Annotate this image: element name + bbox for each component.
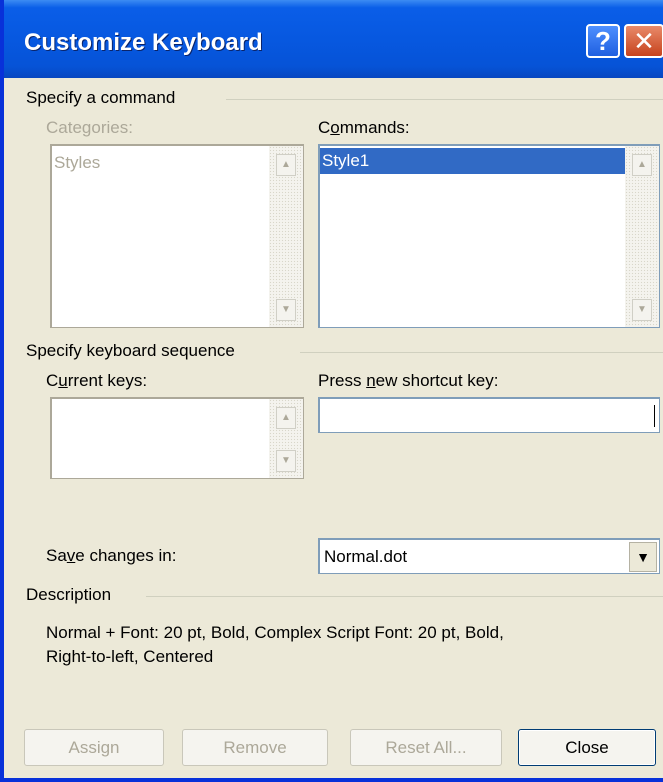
categories-label: Categories: xyxy=(46,118,133,137)
categories-scrollbar: ▲ ▼ xyxy=(269,146,303,327)
save-changes-value: Normal.dot xyxy=(324,547,408,566)
scroll-up-arrow-icon: ▲ xyxy=(276,407,296,429)
scroll-down-arrow-icon: ▼ xyxy=(632,299,652,321)
command-item-style1[interactable]: Style1 xyxy=(320,148,625,174)
current-keys-listbox: ▲ ▼ xyxy=(50,397,304,479)
scroll-up-arrow-icon: ▲ xyxy=(276,154,296,176)
category-item-styles: Styles xyxy=(54,153,101,172)
remove-button[interactable]: Remove xyxy=(182,729,328,766)
description-line-1: Normal + Font: 20 pt, Bold, Complex Scri… xyxy=(46,623,504,642)
group-divider xyxy=(146,596,663,597)
scroll-down-arrow-icon: ▼ xyxy=(276,299,296,321)
title-bar[interactable]: Customize Keyboard ? ✕ xyxy=(4,0,663,78)
commands-label: Commands: xyxy=(318,118,410,137)
new-shortcut-input[interactable] xyxy=(318,397,660,433)
help-icon: ? xyxy=(595,26,611,56)
save-changes-label: Save changes in: xyxy=(46,546,177,565)
group-divider xyxy=(226,99,663,100)
categories-listbox: Styles ▲ ▼ xyxy=(50,144,304,328)
dropdown-arrow-icon[interactable]: ▼ xyxy=(629,542,657,572)
keyboard-sequence-group-label: Specify keyboard sequence xyxy=(26,341,235,360)
commands-listbox[interactable]: Style1 ▲ ▼ xyxy=(318,144,660,328)
reset-all-button[interactable]: Reset All... xyxy=(350,729,502,766)
specify-command-group-label: Specify a command xyxy=(26,88,176,107)
text-caret xyxy=(654,405,655,427)
help-button[interactable]: ? xyxy=(586,24,620,58)
commands-scrollbar: ▲ ▼ xyxy=(625,146,659,327)
customize-keyboard-dialog: Customize Keyboard ? ✕ Specify a command… xyxy=(0,0,663,782)
group-divider xyxy=(300,352,663,353)
description-group-label: Description xyxy=(26,585,112,604)
close-icon: ✕ xyxy=(633,26,655,56)
save-changes-dropdown[interactable]: Normal.dot ▼ xyxy=(318,538,660,574)
title-close-button[interactable]: ✕ xyxy=(624,24,663,58)
description-line-2: Right-to-left, Centered xyxy=(46,647,214,666)
dialog-title: Customize Keyboard xyxy=(24,29,263,56)
current-keys-label: Current keys: xyxy=(46,371,148,390)
scroll-down-arrow-icon: ▼ xyxy=(276,450,296,472)
close-button[interactable]: Close xyxy=(518,729,656,766)
new-shortcut-label: Press new shortcut key: xyxy=(318,371,499,390)
current-keys-scrollbar: ▲ ▼ xyxy=(269,399,303,478)
assign-button[interactable]: Assign xyxy=(24,729,164,766)
scroll-up-arrow-icon: ▲ xyxy=(632,154,652,176)
